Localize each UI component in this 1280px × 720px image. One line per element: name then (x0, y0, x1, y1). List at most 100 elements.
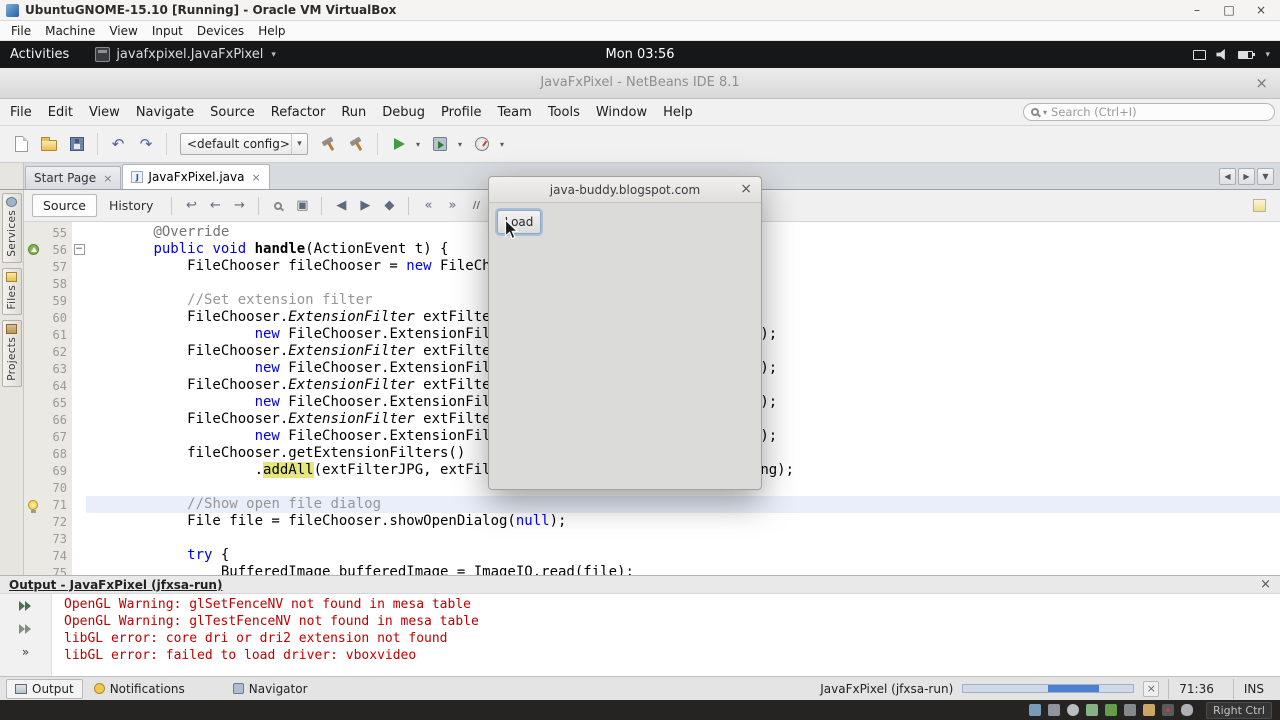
line-number[interactable]: 58 (42, 277, 72, 291)
line-number[interactable]: 63 (42, 362, 72, 376)
vbox-menu-help[interactable]: Help (251, 24, 292, 38)
vbox-close-button[interactable]: × (1248, 3, 1274, 17)
stop-process-button[interactable]: × (1143, 680, 1160, 697)
menu-navigate[interactable]: Navigate (128, 103, 202, 122)
run-project-button[interactable] (385, 131, 411, 157)
vm-usb-icon[interactable] (1123, 704, 1136, 716)
jfx-titlebar[interactable]: java-buddy.blogspot.com × (489, 177, 761, 203)
menu-help[interactable]: Help (655, 103, 701, 122)
debug-dropdown-button[interactable]: ▾ (455, 140, 465, 149)
tab-start-page[interactable]: Start Page × (25, 166, 122, 189)
code-line[interactable]: 75 BufferedImage bufferedImage = ImageIO… (24, 564, 1280, 575)
gutter-glyph-margin[interactable] (24, 244, 42, 255)
menu-refactor[interactable]: Refactor (263, 103, 334, 122)
redo-button[interactable]: ↷ (133, 131, 159, 157)
vm-shared-folders-icon[interactable] (1142, 704, 1155, 716)
vbox-menu-file[interactable]: File (4, 24, 38, 38)
line-number[interactable]: 60 (42, 311, 72, 325)
output-overflow-button[interactable]: » (15, 644, 37, 660)
vm-display-icon[interactable] (1028, 704, 1041, 716)
menu-source[interactable]: Source (202, 103, 263, 122)
menu-debug[interactable]: Debug (374, 103, 433, 122)
vbox-menu-devices[interactable]: Devices (190, 24, 251, 38)
line-number[interactable]: 56 (42, 243, 72, 257)
debug-project-button[interactable] (427, 131, 453, 157)
line-number[interactable]: 59 (42, 294, 72, 308)
last-edit-button[interactable]: ↩ (180, 195, 202, 217)
vbox-menu-machine[interactable]: Machine (38, 24, 102, 38)
save-all-button[interactable] (64, 131, 90, 157)
previous-bookmark-button[interactable]: ◀ (330, 195, 352, 217)
progress-bar[interactable] (962, 684, 1135, 693)
shift-left-button[interactable]: « (417, 195, 439, 217)
close-icon[interactable]: × (103, 172, 112, 185)
find-selection-button[interactable] (267, 195, 289, 217)
quick-search-box[interactable]: ▾ (1023, 103, 1275, 121)
toggle-bookmark-button[interactable]: ◆ (378, 195, 400, 217)
vbox-menu-input[interactable]: Input (145, 24, 190, 38)
undo-button[interactable]: ↶ (105, 131, 131, 157)
line-number[interactable]: 65 (42, 396, 72, 410)
menu-window[interactable]: Window (588, 103, 655, 122)
app-menu-button[interactable]: javafxpixel.JavaFxPixel ▾ (95, 47, 276, 62)
menu-tools[interactable]: Tools (540, 103, 588, 122)
build-project-button[interactable] (316, 131, 342, 157)
source-view-button[interactable]: Source (32, 194, 97, 217)
profile-project-button[interactable] (469, 131, 495, 157)
vbox-minimize-button[interactable]: – (1184, 3, 1210, 17)
line-number[interactable]: 72 (42, 515, 72, 529)
output-window-tab[interactable]: Output (6, 678, 83, 699)
menu-file[interactable]: File (2, 103, 40, 122)
output-panel-header[interactable]: Output - JavaFxPixel (jfxsa-run) × (0, 575, 1280, 594)
overridden-marker-icon[interactable] (27, 244, 39, 255)
clock[interactable]: Mon 03:56 (605, 47, 674, 62)
code-line[interactable]: 73 (24, 530, 1280, 547)
tab-list-button[interactable]: ▼ (1257, 167, 1274, 185)
line-number[interactable]: 64 (42, 379, 72, 393)
rerun-debug-button[interactable] (15, 621, 37, 637)
line-number[interactable]: 55 (42, 226, 72, 240)
netbeans-close-button[interactable]: × (1255, 68, 1268, 98)
new-file-button[interactable] (8, 131, 34, 157)
rerun-button[interactable] (15, 598, 37, 614)
line-number[interactable]: 75 (42, 566, 72, 576)
scroll-tabs-left-button[interactable]: ◀ (1219, 167, 1236, 185)
vm-video-capture-icon[interactable] (1161, 704, 1174, 716)
output-text[interactable]: OpenGL Warning: glSetFenceNV not found i… (64, 596, 1280, 664)
javafx-app-window[interactable]: java-buddy.blogspot.com × Load (488, 176, 762, 490)
profile-dropdown-button[interactable]: ▾ (497, 140, 507, 149)
shift-right-button[interactable]: » (441, 195, 463, 217)
line-number[interactable]: 69 (42, 464, 72, 478)
line-number[interactable]: 66 (42, 413, 72, 427)
history-view-button[interactable]: History (99, 195, 163, 216)
code-line[interactable]: 71 //Show open file dialog (24, 496, 1280, 513)
window-tab-services[interactable]: Services (1, 193, 22, 263)
menu-profile[interactable]: Profile (433, 103, 489, 122)
navigator-window-tab[interactable]: Navigator (224, 679, 317, 699)
tab-javafxpixel-java[interactable]: J JavaFxPixel.java × (122, 164, 270, 189)
vm-harddisk-icon[interactable] (1047, 704, 1060, 716)
line-number[interactable]: 68 (42, 447, 72, 461)
back-button[interactable]: ← (204, 195, 226, 217)
line-number[interactable]: 62 (42, 345, 72, 359)
output-close-button[interactable]: × (1260, 577, 1271, 592)
menu-team[interactable]: Team (489, 103, 539, 122)
config-combo[interactable]: <default config> ▾ (180, 133, 308, 155)
forward-button[interactable]: → (228, 195, 250, 217)
scroll-tabs-right-button[interactable]: ▶ (1238, 167, 1255, 185)
vm-optical-disc-icon[interactable] (1066, 704, 1079, 716)
window-tab-files[interactable]: Files (1, 267, 22, 316)
line-number[interactable]: 73 (42, 532, 72, 546)
close-icon[interactable]: × (251, 171, 260, 184)
line-number[interactable]: 71 (42, 498, 72, 512)
gutter-glyph-margin[interactable] (24, 499, 42, 513)
run-dropdown-button[interactable]: ▾ (413, 140, 423, 149)
vbox-menu-view[interactable]: View (102, 24, 144, 38)
vm-network-icon[interactable] (1104, 704, 1117, 716)
menu-edit[interactable]: Edit (40, 103, 81, 122)
code-line[interactable]: 72 File file = fileChooser.showOpenDialo… (24, 513, 1280, 530)
open-project-button[interactable] (36, 131, 62, 157)
window-tab-projects[interactable]: Projects (1, 320, 22, 388)
vm-audio-icon[interactable] (1085, 704, 1098, 716)
line-number[interactable]: 57 (42, 260, 72, 274)
